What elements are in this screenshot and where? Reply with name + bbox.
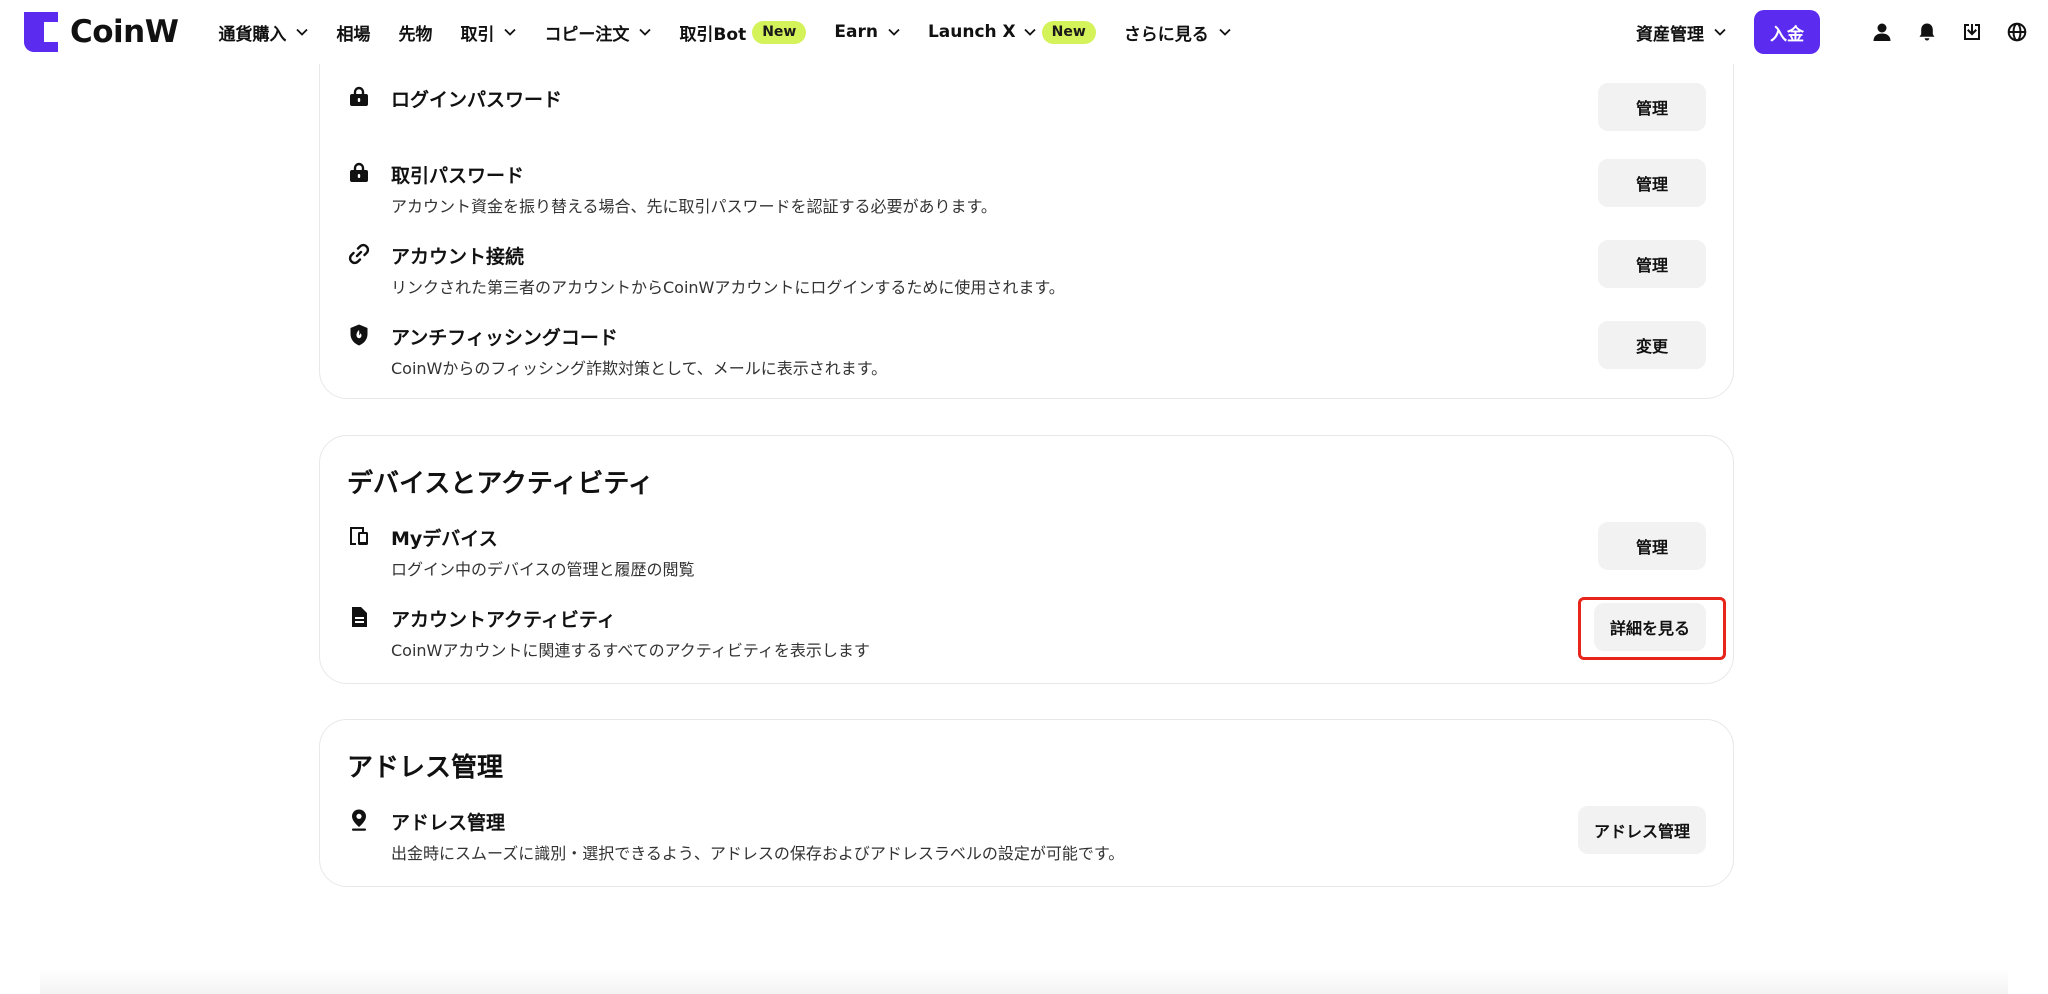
nav-markets[interactable]: 相場 <box>336 20 370 45</box>
row-title: アドレス管理 <box>391 812 506 834</box>
new-badge: New <box>752 20 807 44</box>
coinw-logo-icon <box>24 12 58 52</box>
new-badge: New <box>1041 20 1096 44</box>
coinw-logo[interactable]: CoinW <box>24 12 179 52</box>
shield-icon <box>350 324 368 346</box>
address-management-title: アドレス管理 <box>347 753 504 783</box>
devices-activity-card: デバイスとアクティビティ Myデバイス ログイン中のデバイスの管理と履歴の閲覧 … <box>319 435 1734 684</box>
nav-earn[interactable]: Earn <box>834 22 900 42</box>
devices-activity-title: デバイスとアクティビティ <box>347 469 654 499</box>
device-icon <box>350 527 368 545</box>
globe-icon[interactable] <box>2006 21 2028 43</box>
main-nav: 通貨購入 相場 先物 取引 コピー注文 取引Bot New Earn Launc… <box>218 20 1258 45</box>
row-description: CoinWからのフィッシング詐欺対策として、メールに表示されます。 <box>391 359 888 378</box>
nav-label: 取引Bot <box>679 24 747 45</box>
nav-label: 通貨購入 <box>218 24 287 45</box>
asset-menu-label: 資産管理 <box>1636 24 1704 45</box>
my-devices-row: Myデバイス ログイン中のデバイスの管理と履歴の閲覧 管理 <box>347 522 1706 584</box>
chevron-down-icon <box>1024 28 1036 36</box>
change-anti-phishing-code-button[interactable]: 変更 <box>1598 321 1706 369</box>
chevron-down-icon <box>1714 28 1726 36</box>
header-actions: 資産管理 入金 <box>1636 0 2028 64</box>
manage-login-password-button[interactable]: 管理 <box>1598 83 1706 131</box>
address-management-row: アドレス管理 出金時にスムーズに識別・選択できるよう、アドレスの保存およびアドレ… <box>347 806 1706 868</box>
chevron-down-icon <box>888 28 900 36</box>
row-description: アカウント資金を振り替える場合、先に取引パスワードを認証する必要があります。 <box>391 197 997 216</box>
account-connection-row: アカウント接続 リンクされた第三者のアカウントからCoinWアカウントにログイン… <box>347 240 1706 302</box>
row-title: アカウント接続 <box>391 246 525 268</box>
download-icon[interactable] <box>1961 21 1983 43</box>
manage-account-connection-button[interactable]: 管理 <box>1598 240 1706 288</box>
nav-label: 先物 <box>398 24 433 45</box>
nav-trade[interactable]: 取引 <box>460 20 517 45</box>
row-title: アカウントアクティビティ <box>391 609 616 631</box>
asset-management-menu[interactable]: 資産管理 <box>1636 20 1726 45</box>
nav-futures[interactable]: 先物 <box>398 20 432 45</box>
row-title: 取引パスワード <box>391 165 525 187</box>
deposit-button[interactable]: 入金 <box>1754 10 1820 54</box>
chevron-down-icon <box>1219 28 1231 36</box>
nav-label: Earn <box>834 22 878 42</box>
location-pin-icon <box>352 809 366 831</box>
nav-buy-crypto[interactable]: 通貨購入 <box>218 20 309 45</box>
nav-label: Launch X <box>927 22 1016 42</box>
user-icon[interactable] <box>1871 21 1893 43</box>
chevron-down-icon <box>504 28 517 36</box>
address-management-button[interactable]: アドレス管理 <box>1578 806 1706 854</box>
lock-icon <box>350 162 368 182</box>
nav-label: 相場 <box>336 24 371 45</box>
top-navigation-bar: CoinW 通貨購入 相場 先物 取引 コピー注文 取引Bot New Earn <box>0 0 2048 64</box>
nav-copy-trading[interactable]: コピー注文 <box>544 20 652 45</box>
nav-launch-x[interactable]: Launch X New <box>927 20 1096 44</box>
manage-trade-password-button[interactable]: 管理 <box>1598 159 1706 207</box>
nav-label: 取引 <box>460 24 495 45</box>
row-title: アンチフィッシングコード <box>391 327 618 349</box>
manage-my-devices-button[interactable]: 管理 <box>1598 522 1706 570</box>
row-description: ログイン中のデバイスの管理と履歴の閲覧 <box>391 560 695 579</box>
nav-trading-bot[interactable]: 取引Bot New <box>679 20 807 45</box>
login-password-row: ログインパスワード 管理 <box>347 83 1706 145</box>
account-activity-row: アカウントアクティビティ CoinWアカウントに関連するすべてのアクティビティを… <box>347 603 1706 665</box>
document-icon <box>352 607 367 627</box>
anti-phishing-code-row: アンチフィッシングコード CoinWからのフィッシング詐欺対策として、メールに表… <box>347 321 1706 383</box>
address-management-card: アドレス管理 アドレス管理 出金時にスムーズに識別・選択できるよう、アドレスの保… <box>319 719 1734 887</box>
row-title: Myデバイス <box>391 528 498 550</box>
highlight-box <box>1578 597 1726 660</box>
link-icon <box>348 243 370 265</box>
brand-name: CoinW <box>70 14 179 50</box>
chevron-down-icon <box>296 28 309 36</box>
nav-more[interactable]: さらに見る <box>1124 20 1231 45</box>
chevron-down-icon <box>639 28 652 36</box>
trade-password-row: 取引パスワード アカウント資金を振り替える場合、先に取引パスワードを認証する必要… <box>347 159 1706 221</box>
row-description: リンクされた第三者のアカウントからCoinWアカウントにログインするために使用さ… <box>391 278 1065 297</box>
row-description: 出金時にスムーズに識別・選択できるよう、アドレスの保存およびアドレスラベルの設定… <box>391 844 1125 863</box>
row-description: CoinWアカウントに関連するすべてのアクティビティを表示します <box>391 641 870 660</box>
row-title: ログインパスワード <box>391 89 563 111</box>
footer-edge <box>40 970 2008 994</box>
bell-icon[interactable] <box>1916 21 1938 43</box>
lock-icon <box>350 86 368 106</box>
nav-label: コピー注文 <box>544 24 630 45</box>
nav-label: さらに見る <box>1123 24 1209 45</box>
